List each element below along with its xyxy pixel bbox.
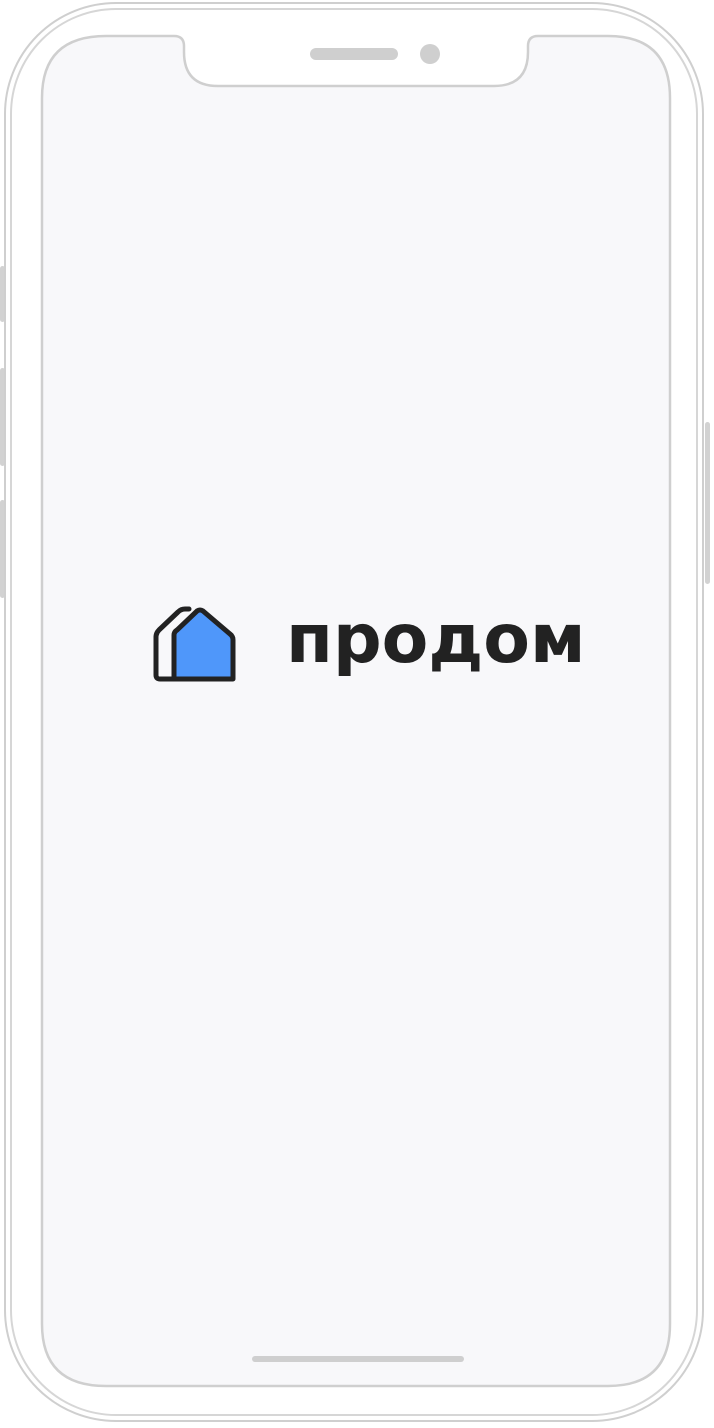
house-logo-icon [153, 606, 236, 682]
app-logo: продом [150, 603, 586, 685]
screen [40, 34, 672, 1388]
home-indicator[interactable] [252, 1356, 464, 1362]
brand-name: продом [286, 600, 586, 679]
device-mockup: продом [0, 0, 714, 1428]
speaker-grille-icon [310, 48, 398, 60]
front-camera-icon [420, 44, 440, 64]
screen-area [40, 34, 672, 1388]
